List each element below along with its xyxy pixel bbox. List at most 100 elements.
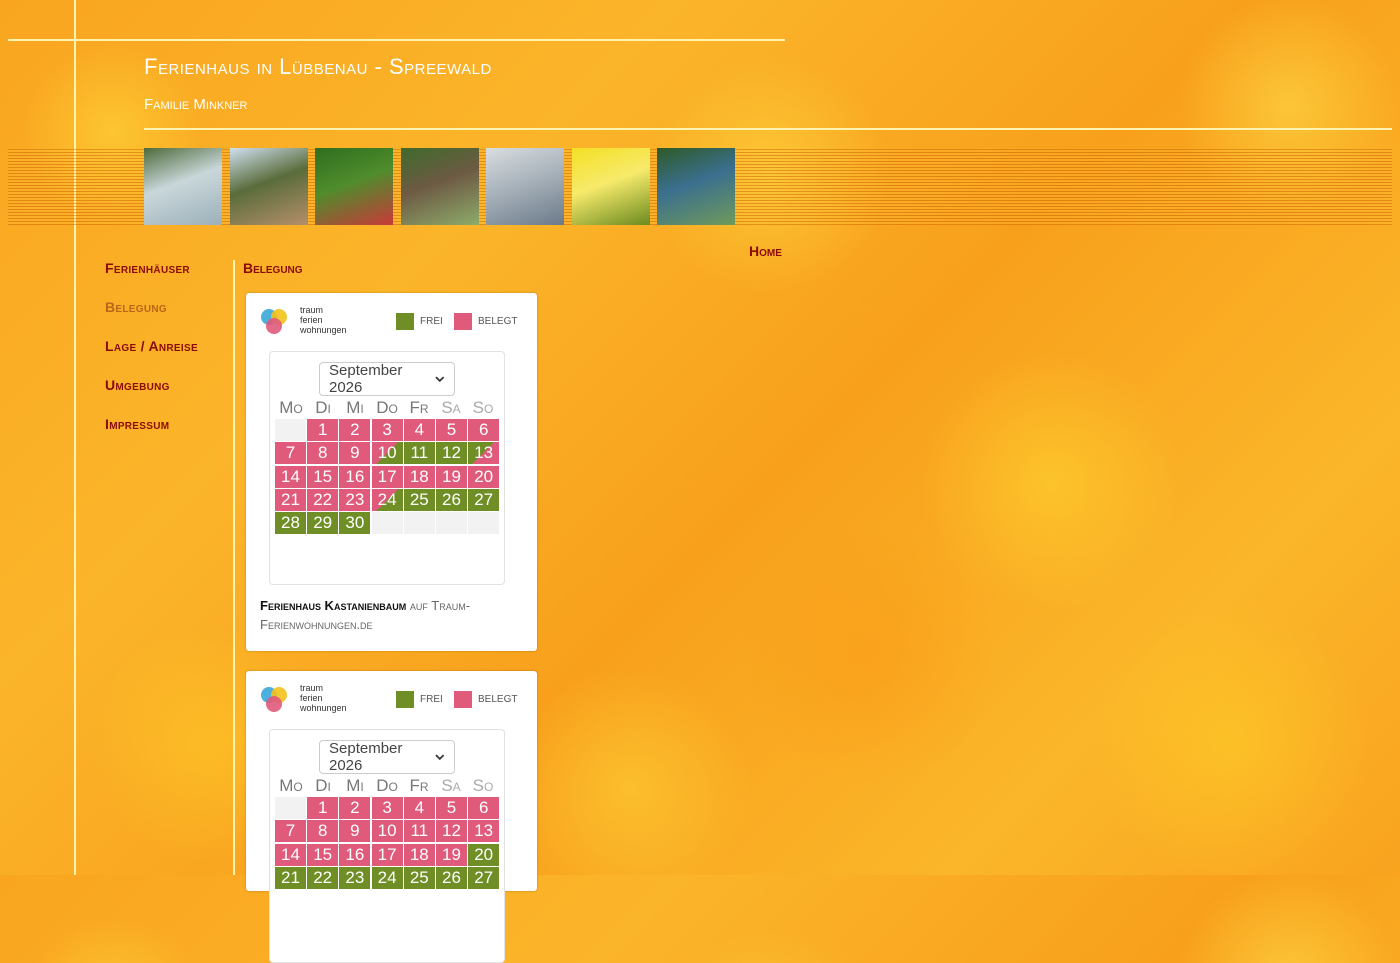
calendar-day[interactable]: 27 bbox=[468, 866, 500, 889]
calendar-day[interactable]: 7 bbox=[275, 442, 306, 465]
legend-free-swatch bbox=[396, 691, 414, 708]
calendar-day[interactable]: 19 bbox=[436, 843, 467, 866]
calendar-day[interactable]: 9 bbox=[339, 820, 371, 843]
weekday-label: Di bbox=[315, 776, 331, 795]
calendar-day[interactable]: 5 bbox=[436, 419, 467, 441]
calendar-day[interactable]: 13 bbox=[468, 820, 500, 843]
calendar-day[interactable]: 19 bbox=[436, 465, 467, 488]
calendar-day[interactable]: 29 bbox=[307, 512, 339, 535]
photo-water-lily bbox=[315, 148, 393, 225]
calendar-day[interactable]: 11 bbox=[403, 820, 435, 843]
availability-widget: traum ferien wohnungen FREI BELEGT Septe… bbox=[246, 293, 537, 651]
calendar-day[interactable]: 6 bbox=[468, 797, 500, 819]
weekday-label: Di bbox=[315, 398, 331, 417]
logo-text-line3: wohnungen bbox=[300, 703, 347, 713]
calendar-day[interactable]: 7 bbox=[275, 820, 306, 843]
nav-item-impressum[interactable]: Impressum bbox=[105, 416, 169, 432]
calendar-day[interactable]: 30 bbox=[339, 512, 371, 535]
logo-text-line1: traum bbox=[300, 683, 324, 693]
calendar-day[interactable]: 27 bbox=[468, 488, 500, 511]
frame-line-header bbox=[144, 128, 1392, 130]
calendar-day[interactable]: 23 bbox=[339, 866, 371, 889]
calendar-day[interactable]: 18 bbox=[403, 843, 435, 866]
calendar-day[interactable]: 26 bbox=[436, 866, 467, 889]
nav-item-umgebung[interactable]: Umgebung bbox=[105, 377, 170, 393]
calendar-day[interactable]: 11 bbox=[403, 442, 435, 465]
calendar-day[interactable]: 3 bbox=[371, 797, 403, 819]
home-link[interactable]: Home bbox=[749, 243, 782, 259]
calendar-day[interactable]: 2 bbox=[339, 797, 371, 819]
weekday-label: So bbox=[472, 398, 494, 417]
calendar-day[interactable]: 1 bbox=[307, 419, 339, 441]
photo-sunflower bbox=[571, 148, 650, 225]
weekday-label: Sa bbox=[441, 398, 461, 417]
calendar: September 2026 Mo Di Mi Do Fr Sa So 1234… bbox=[269, 729, 505, 963]
calendar-day[interactable]: 17 bbox=[371, 465, 403, 488]
calendar-day[interactable]: 16 bbox=[339, 465, 371, 488]
availability-widget: traum ferien wohnungen FREI BELEGT Septe… bbox=[246, 671, 537, 963]
calendar-day[interactable]: 8 bbox=[307, 442, 339, 465]
month-select-value: September 2026 bbox=[329, 740, 403, 774]
photo-canoe bbox=[657, 148, 735, 225]
month-select-value: September 2026 bbox=[329, 362, 403, 396]
nav-item-ferienhaeuser[interactable]: Ferienhäuser bbox=[105, 260, 190, 276]
calendar-day[interactable]: 5 bbox=[436, 797, 467, 819]
calendar-day[interactable]: 22 bbox=[307, 866, 339, 889]
calendar-day[interactable]: 8 bbox=[307, 820, 339, 843]
frame-line-content bbox=[233, 260, 235, 875]
legend-booked: BELEGT bbox=[454, 691, 517, 708]
calendar-day[interactable]: 25 bbox=[403, 866, 435, 889]
calendar-day[interactable]: 12 bbox=[436, 820, 467, 843]
legend-booked: BELEGT bbox=[454, 313, 517, 330]
legend-free-label: FREI bbox=[420, 694, 443, 705]
weekday-label: Do bbox=[376, 398, 398, 417]
calendar-day[interactable]: 24 bbox=[371, 866, 403, 889]
calendar-day[interactable]: 22 bbox=[307, 488, 339, 511]
calendar-day[interactable]: 12 bbox=[436, 442, 467, 465]
calendar-day[interactable]: 3 bbox=[371, 419, 403, 441]
calendar-day[interactable]: 1 bbox=[307, 797, 339, 819]
logo-text-line3: wohnungen bbox=[300, 325, 347, 335]
calendar-day-empty bbox=[275, 797, 306, 819]
calendar-day[interactable]: 15 bbox=[307, 843, 339, 866]
calendar-day[interactable]: 10 bbox=[371, 820, 403, 843]
calendar-day[interactable]: 21 bbox=[275, 866, 306, 889]
weekday-label: Mi bbox=[346, 776, 364, 795]
month-select[interactable]: September 2026 bbox=[319, 740, 455, 774]
calendar-day[interactable]: 20 bbox=[468, 843, 500, 866]
calendar-day[interactable]: 15 bbox=[307, 465, 339, 488]
calendar-day[interactable]: 14 bbox=[275, 843, 306, 866]
photo-forest-bridge bbox=[400, 148, 479, 225]
site-title: Ferienhaus in Lübbenau - Spreewald bbox=[144, 54, 492, 79]
calendar-day[interactable]: 17 bbox=[371, 843, 403, 866]
calendar-day[interactable]: 13 bbox=[468, 442, 500, 465]
calendar-day[interactable]: 16 bbox=[339, 843, 371, 866]
calendar-day[interactable]: 6 bbox=[468, 419, 500, 441]
nav-item-belegung[interactable]: Belegung bbox=[105, 299, 167, 315]
calendar-day[interactable]: 10 bbox=[371, 442, 403, 465]
photo-church bbox=[229, 148, 308, 225]
calendar-day[interactable]: 4 bbox=[403, 419, 435, 441]
calendar-day[interactable]: 24 bbox=[371, 488, 403, 511]
month-select[interactable]: September 2026 bbox=[319, 362, 455, 396]
traum-ferienwohnungen-logo[interactable]: traum ferien wohnungen bbox=[260, 683, 360, 717]
calendar-day[interactable]: 20 bbox=[468, 465, 500, 488]
calendar-day[interactable]: 9 bbox=[339, 442, 371, 465]
widget-footer[interactable]: Ferienhaus Kastanienbaum auf Traum-Ferie… bbox=[260, 596, 524, 634]
frame-line-top bbox=[8, 39, 785, 41]
nav-item-lage-anreise[interactable]: Lage / Anreise bbox=[105, 338, 198, 354]
calendar-day[interactable]: 28 bbox=[275, 512, 306, 535]
traum-ferienwohnungen-logo[interactable]: traum ferien wohnungen bbox=[260, 305, 360, 339]
logo-text-line2: ferien bbox=[300, 693, 323, 703]
calendar-day[interactable]: 23 bbox=[339, 488, 371, 511]
calendar-day[interactable]: 2 bbox=[339, 419, 371, 441]
calendar-day[interactable]: 25 bbox=[403, 488, 435, 511]
weekday-label: Sa bbox=[441, 776, 461, 795]
legend-booked-swatch bbox=[454, 691, 472, 708]
legend-booked-label: BELEGT bbox=[478, 316, 518, 327]
calendar-day[interactable]: 26 bbox=[436, 488, 467, 511]
calendar-day[interactable]: 21 bbox=[275, 488, 306, 511]
calendar-day[interactable]: 4 bbox=[403, 797, 435, 819]
calendar-day[interactable]: 14 bbox=[275, 465, 306, 488]
calendar-day[interactable]: 18 bbox=[403, 465, 435, 488]
